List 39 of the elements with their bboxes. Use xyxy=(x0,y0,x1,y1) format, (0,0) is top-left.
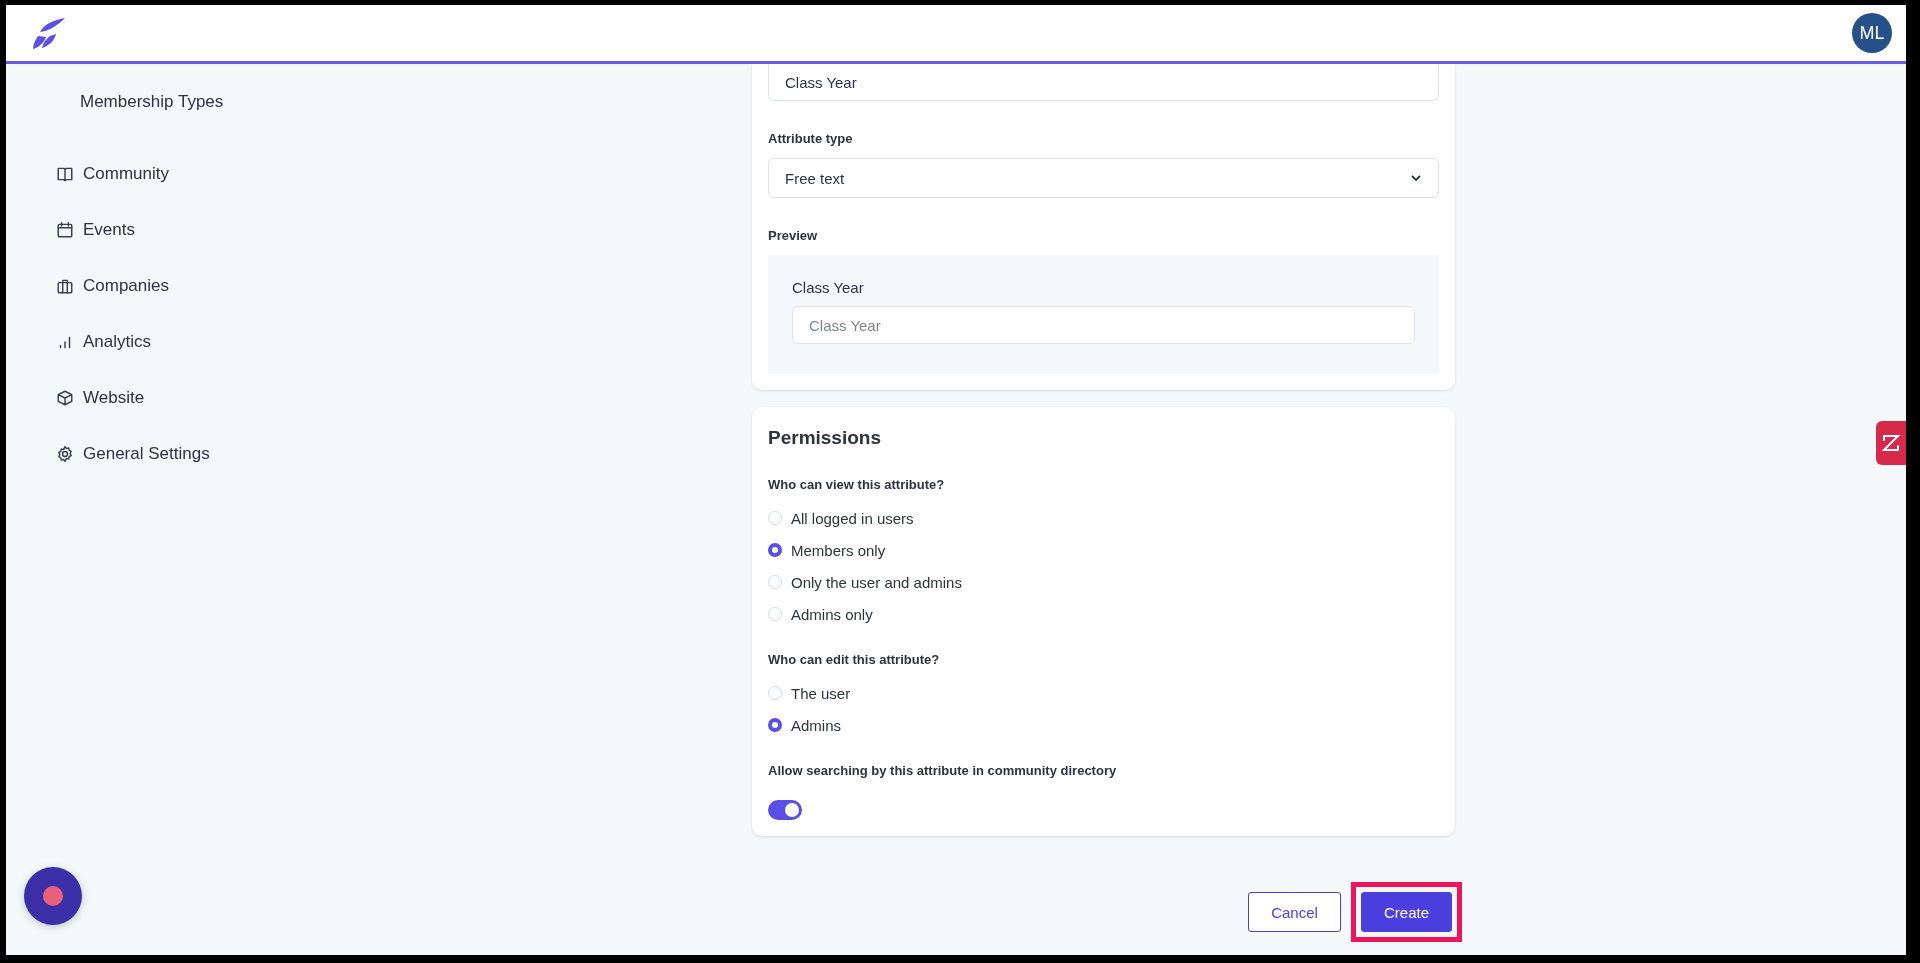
radio-label[interactable]: Members only xyxy=(791,541,886,559)
toggle-label: Allow searching by this attribute in community directory xyxy=(768,763,1118,778)
sidebar-item[interactable]: Community xyxy=(83,164,169,184)
attribute-type-select[interactable]: Free text xyxy=(768,158,1439,198)
sidebar-item[interactable]: Events xyxy=(83,220,135,240)
radio-button[interactable] xyxy=(768,543,782,557)
section-title: Permissions xyxy=(768,427,882,449)
name-field[interactable]: Class Year xyxy=(768,64,1439,101)
chevron-down-icon xyxy=(1410,172,1422,184)
sidebar-item[interactable]: Companies xyxy=(83,276,169,296)
chat-bubble-button[interactable] xyxy=(24,867,82,925)
expand-icon xyxy=(1881,433,1901,453)
sidebar-item[interactable]: General Settings xyxy=(83,444,210,464)
settings-icon[interactable] xyxy=(56,445,74,463)
radio-button[interactable] xyxy=(768,718,782,732)
side-tab-button[interactable] xyxy=(1876,421,1906,465)
briefcase-icon[interactable] xyxy=(56,277,74,295)
radio-label[interactable]: The user xyxy=(791,684,851,702)
search-toggle[interactable] xyxy=(768,800,802,820)
logo-icon[interactable] xyxy=(32,16,66,50)
preview-input-field[interactable]: Class Year xyxy=(792,306,1415,344)
radio-label[interactable]: Only the user and admins xyxy=(791,573,962,591)
question-label: Who can view this attribute? xyxy=(768,477,946,492)
book-icon[interactable] xyxy=(56,165,74,183)
radio-label[interactable]: All logged in users xyxy=(791,509,914,527)
user-avatar[interactable]: ML xyxy=(1852,13,1892,53)
question-label: Who can edit this attribute? xyxy=(768,652,941,667)
calendar-icon[interactable] xyxy=(56,221,74,239)
field-label: Attribute type xyxy=(768,131,854,146)
sidebar-item[interactable]: Analytics xyxy=(83,332,152,352)
create-button[interactable]: Create xyxy=(1361,892,1452,932)
preview-field-label: Class Year xyxy=(792,279,865,296)
cube-icon[interactable] xyxy=(56,389,74,407)
radio-label[interactable]: Admins xyxy=(791,716,842,734)
cancel-button[interactable]: Cancel xyxy=(1248,892,1341,932)
field-label: Preview xyxy=(768,228,819,243)
sidebar-item[interactable]: Membership Types xyxy=(6,90,752,114)
radio-label[interactable]: Admins only xyxy=(791,605,873,623)
sidebar-item[interactable]: Website xyxy=(83,388,145,408)
